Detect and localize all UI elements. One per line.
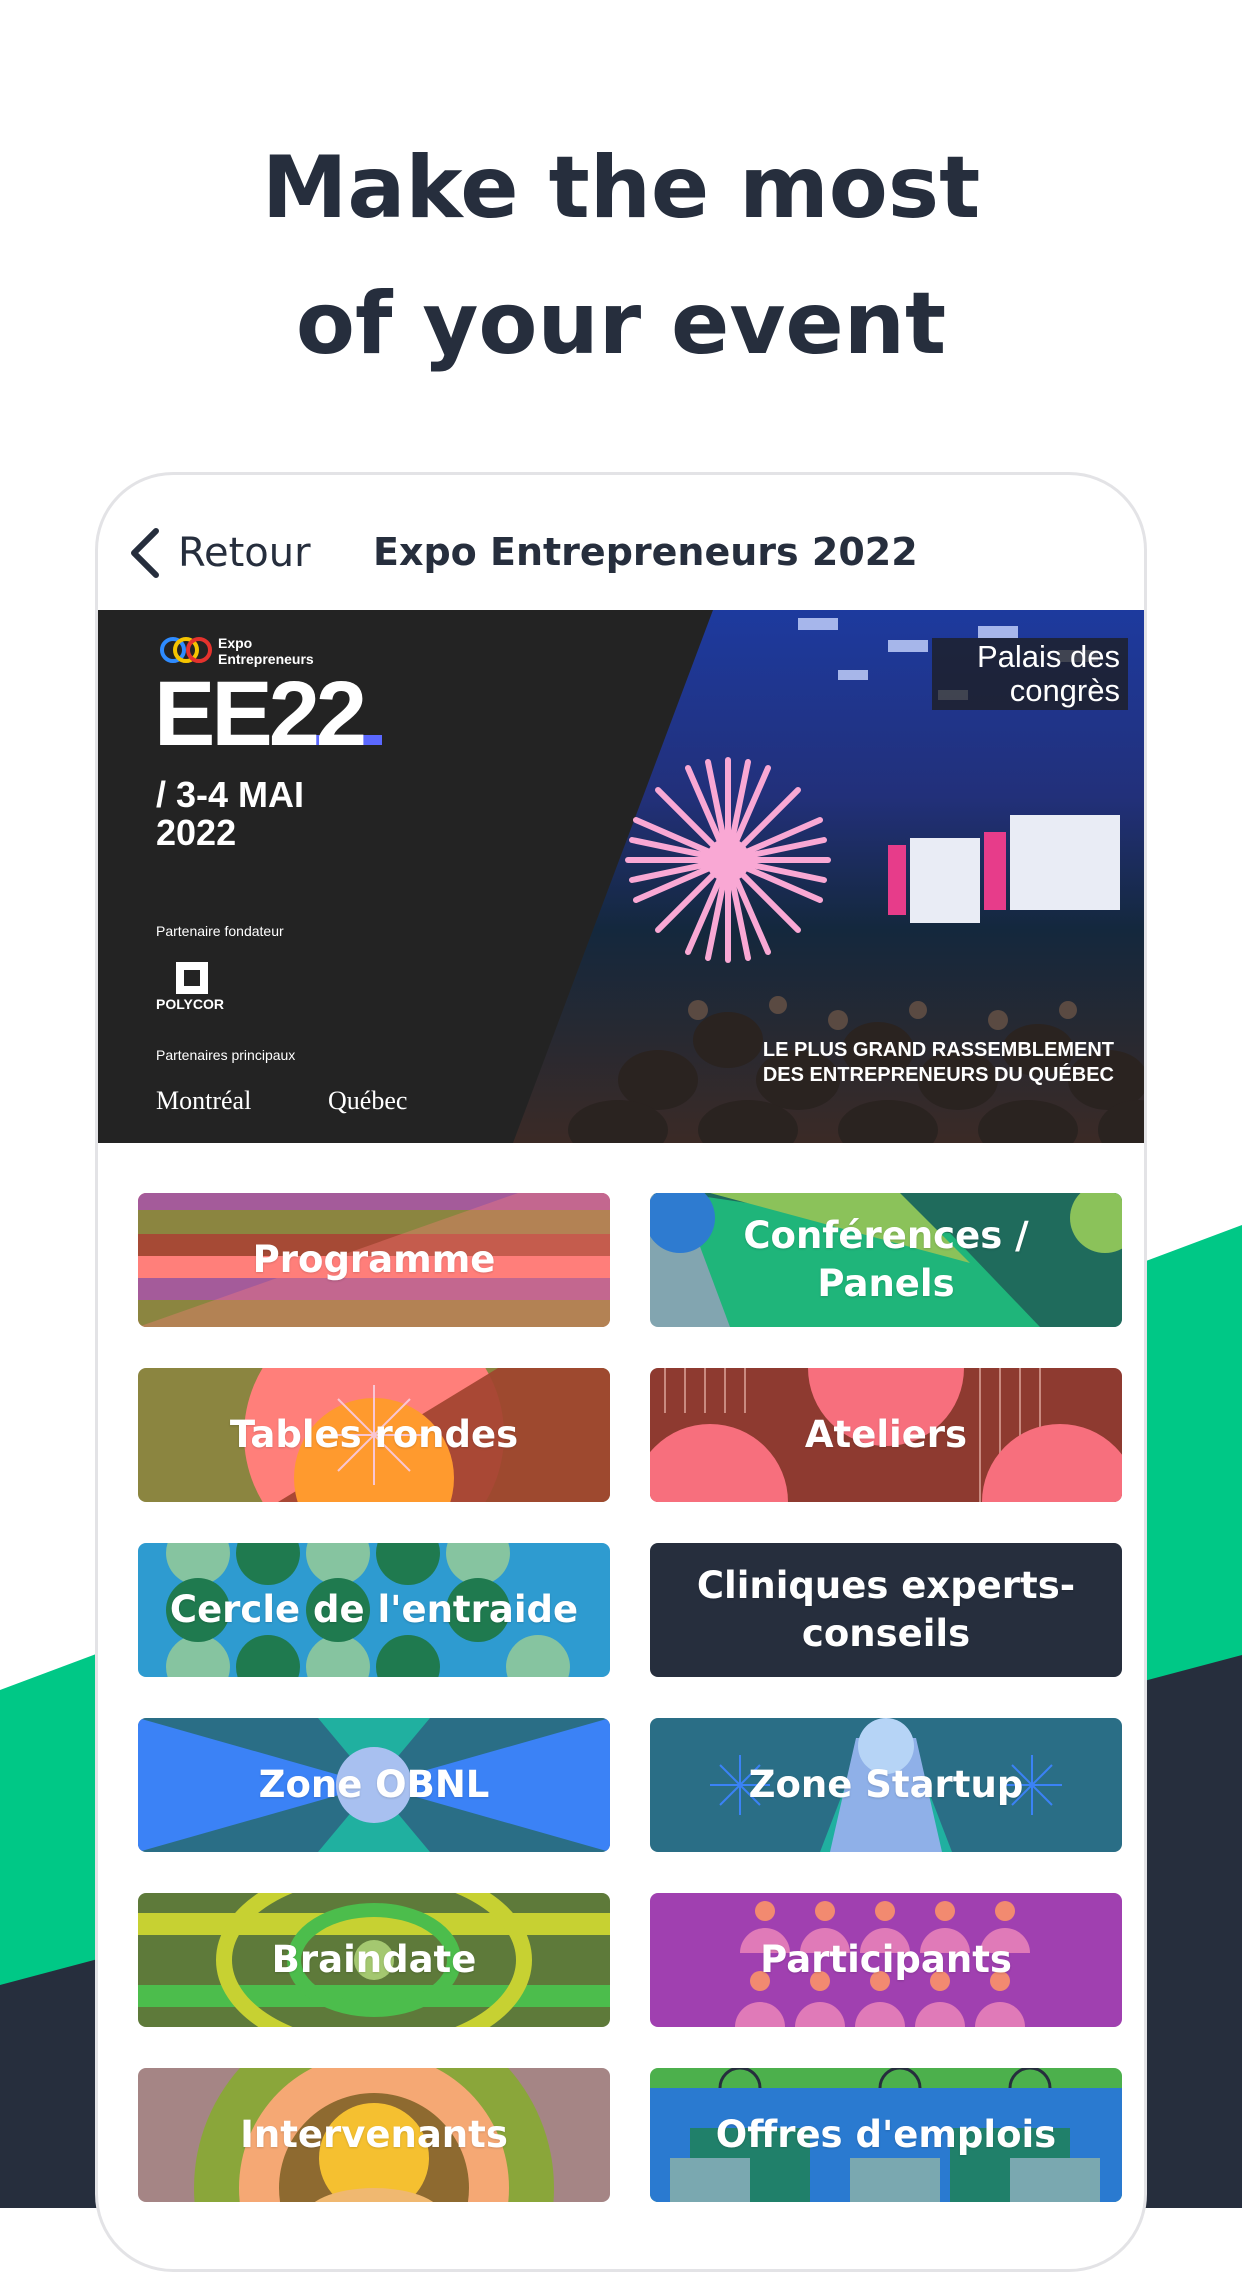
tile-programme-label: Programme — [252, 1238, 496, 1281]
partners-label: Partenaires principaux — [156, 1047, 296, 1063]
tile-ateliers-label: Ateliers — [804, 1413, 968, 1456]
tile-zone-obnl-label: Zone OBNL — [258, 1763, 490, 1806]
nav-bar: Retour Expo Entrepreneurs 2022 — [98, 475, 1144, 610]
partner-quebec: Québec — [328, 1086, 408, 1115]
tile-intervenants[interactable]: Intervenants — [138, 2068, 610, 2202]
tile-cercle-entraide-label: Cercle de l'entraide — [169, 1588, 579, 1631]
tile-cercle-entraide[interactable]: Cercle de l'entraide — [138, 1543, 610, 1677]
partner-founder: POLYCOR — [156, 996, 224, 1012]
tile-offres-emplois[interactable]: Offres d'emplois — [650, 2068, 1122, 2202]
tile-programme[interactable]: Programme — [138, 1193, 610, 1327]
headline-line-2: of your event — [295, 274, 947, 374]
brand-big: EE22 — [154, 663, 367, 765]
tile-cliniques-label: Cliniques experts-conseils — [696, 1564, 1076, 1655]
tile-zone-obnl[interactable]: Zone OBNL — [138, 1718, 610, 1852]
tile-conferences-label: Conférences / Panels — [743, 1214, 1029, 1305]
venue-label: Palais des congrès — [932, 638, 1128, 710]
tile-participants[interactable]: Participants — [650, 1893, 1122, 2027]
headline: Make the most of your event — [0, 120, 1242, 392]
tagline: LE PLUS GRAND RASSEMBLEMENT DES ENTREPRE… — [762, 1039, 1114, 1086]
tile-participants-label: Participants — [760, 1938, 1012, 1981]
back-label: Retour — [178, 530, 311, 576]
event-banner: Expo Entrepreneurs EE22 / 3-4 MAI 2022 P… — [98, 610, 1144, 1143]
tile-offres-emplois-label: Offres d'emplois — [715, 2113, 1057, 2156]
tile-zone-startup[interactable]: Zone Startup — [650, 1718, 1122, 1852]
event-date: / 3-4 MAI 2022 — [156, 774, 305, 853]
partner-founder-label: Partenaire fondateur — [156, 923, 284, 939]
headline-line-1: Make the most — [261, 138, 981, 238]
tile-zone-startup-label: Zone Startup — [748, 1763, 1024, 1806]
partner-montreal: Montréal — [156, 1086, 252, 1115]
tile-conferences[interactable]: Conférences / Panels — [650, 1193, 1122, 1327]
tile-braindate[interactable]: Braindate — [138, 1893, 610, 2027]
tile-tables-rondes[interactable]: Tables rondes — [138, 1368, 610, 1502]
phone-mockup: Retour Expo Entrepreneurs 2022 Expo Entr… — [95, 472, 1147, 2272]
back-button[interactable]: Retour — [128, 523, 311, 583]
page-title: Expo Entrepreneurs 2022 — [373, 530, 918, 574]
tile-braindate-label: Braindate — [271, 1938, 477, 1981]
tile-cliniques[interactable]: Cliniques experts-conseils — [650, 1543, 1122, 1677]
tile-intervenants-label: Intervenants — [240, 2113, 508, 2156]
tile-ateliers[interactable]: Ateliers — [650, 1368, 1122, 1502]
chevron-left-icon — [131, 528, 159, 578]
tile-tables-rondes-label: Tables rondes — [229, 1413, 519, 1456]
